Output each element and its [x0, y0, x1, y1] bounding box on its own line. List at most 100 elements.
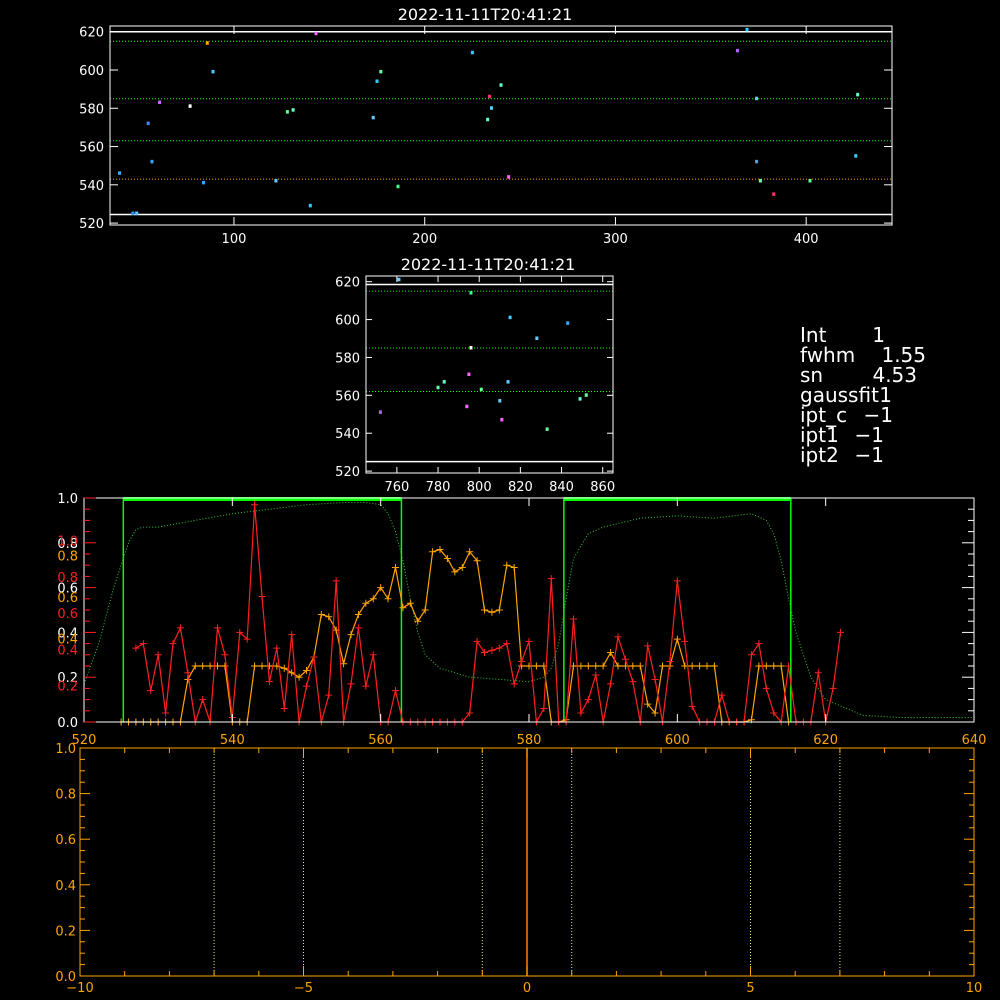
top-image-point [201, 180, 205, 185]
mid-image-point [479, 387, 483, 392]
bottom-ytick-label: 0.8 [55, 788, 76, 803]
profile-ytick-label-red: 0.4 [57, 643, 78, 658]
top-image-point [470, 50, 474, 55]
top-image-point [488, 94, 492, 99]
top-image-ytick-label: 600 [79, 64, 104, 79]
top-image-ytick-label: 540 [79, 179, 104, 194]
mid-image-ytick-label: 520 [335, 465, 360, 480]
top-image-ytick-label: 580 [79, 102, 104, 117]
top-image-point [291, 108, 295, 112]
bottom-ytick-label: 0.6 [55, 833, 76, 848]
profile-xtick-label: 580 [517, 733, 542, 748]
profile-xtick-label: 540 [220, 733, 245, 748]
top-image-point [375, 79, 379, 83]
bottom-ytick-label: 0.0 [55, 970, 76, 985]
mid-image-point [535, 336, 539, 341]
top-image-point [758, 178, 762, 183]
mid-image-point [584, 393, 588, 397]
bottom-xtick-label: 10 [966, 981, 983, 996]
profile-ytick-label-red: 0.2 [57, 680, 78, 695]
figure-canvas: 2022-11-11T20:41:21 2022-11-11T20:41:21 … [0, 0, 1000, 1000]
top-image-point [396, 184, 400, 189]
bottom-ytick-label: 0.4 [55, 879, 76, 894]
top-image-point [135, 211, 139, 216]
top-image-point [188, 104, 192, 108]
profile-ytick-label-white: 1.0 [57, 492, 78, 507]
mid-image-xtick-label: 840 [549, 480, 574, 495]
mid-image-point [500, 417, 504, 422]
mid-chart-title: 2022-11-11T20:41:21 [401, 255, 576, 274]
mid-image-point [469, 345, 473, 350]
top-image-point [745, 27, 749, 32]
ipt2-label: ipt2 [800, 443, 839, 467]
top-image-xtick-label: 300 [603, 232, 628, 247]
top-image-point [205, 41, 209, 45]
top-image-point [772, 192, 776, 196]
top-image-point [755, 96, 759, 101]
profile-xtick-label: 600 [665, 733, 690, 748]
mid-image-point [436, 385, 440, 390]
mid-image-ytick-label: 580 [335, 351, 360, 366]
top-image-ytick-label: 520 [79, 217, 104, 232]
top-image-point [131, 211, 135, 216]
top-image-point [146, 121, 150, 126]
bottom-xtick-label: 0 [523, 981, 531, 996]
mid-image-point [498, 399, 502, 403]
top-image-point [507, 175, 511, 179]
mid-image-point [465, 404, 469, 409]
top-image-point [808, 178, 812, 183]
mid-image-xtick-label: 860 [590, 480, 615, 495]
profile-xtick-label: 620 [813, 733, 838, 748]
mid-image-point [545, 427, 549, 431]
top-image-xtick-label: 100 [222, 232, 247, 247]
top-image-point [854, 154, 858, 158]
profile-ytick-label-red: 0.6 [57, 607, 78, 622]
mid-image-point [467, 372, 471, 376]
top-image-point [274, 178, 278, 183]
mid-image-ytick-label: 540 [335, 427, 360, 442]
mid-image-point [578, 397, 582, 401]
top-image-xtick-label: 400 [794, 232, 819, 247]
bottom-ytick-label: 1.0 [55, 742, 76, 757]
mid-image-point [442, 380, 446, 384]
profile-ytick-label-red: 0.8 [57, 571, 78, 586]
ipt2-value: −1 [855, 443, 884, 467]
top-image-point [755, 159, 759, 164]
bottom-xtick-label: −5 [294, 981, 313, 996]
top-image-point [499, 83, 503, 87]
mid-image-ytick-label: 560 [335, 389, 360, 404]
mid-image-point [566, 321, 570, 325]
top-image-point [158, 100, 162, 105]
top-image-point [489, 106, 493, 110]
bottom-xtick-label: 5 [746, 981, 754, 996]
top-image-point [379, 69, 383, 74]
profile-ytick-label-orange: 0.6 [57, 591, 78, 606]
top-image-point [285, 110, 289, 114]
top-image-point [150, 159, 154, 164]
top-image-point [371, 115, 375, 120]
profile-ytick-label-red: 1.0 [57, 535, 78, 550]
top-image-point [486, 117, 490, 122]
mid-image-xtick-label: 780 [426, 480, 451, 495]
mid-image-point [378, 410, 382, 414]
profile-xtick-label: 640 [962, 733, 987, 748]
bottom-ytick-label: 0.2 [55, 924, 76, 939]
mid-image-xtick-label: 800 [467, 480, 492, 495]
top-image-point [308, 203, 312, 208]
profile-ytick-label-white: 0.0 [57, 716, 78, 731]
profile-ytick-label-orange: 0.8 [57, 549, 78, 564]
top-image-point [314, 31, 318, 36]
top-chart-title: 2022-11-11T20:41:21 [398, 5, 573, 24]
top-image-point [118, 171, 122, 175]
mid-image-xtick-label: 760 [384, 480, 409, 495]
profile-xtick-label: 560 [368, 733, 393, 748]
mid-image-ytick-label: 620 [335, 276, 360, 291]
mid-image-point [506, 380, 510, 384]
mid-image-point [508, 315, 512, 320]
top-image-ytick-label: 620 [79, 26, 104, 41]
top-image-point [856, 92, 860, 97]
mid-image-ytick-label: 600 [335, 314, 360, 329]
top-image-point [211, 69, 215, 74]
top-image-ytick-label: 560 [79, 141, 104, 156]
mid-image-point [397, 277, 401, 282]
